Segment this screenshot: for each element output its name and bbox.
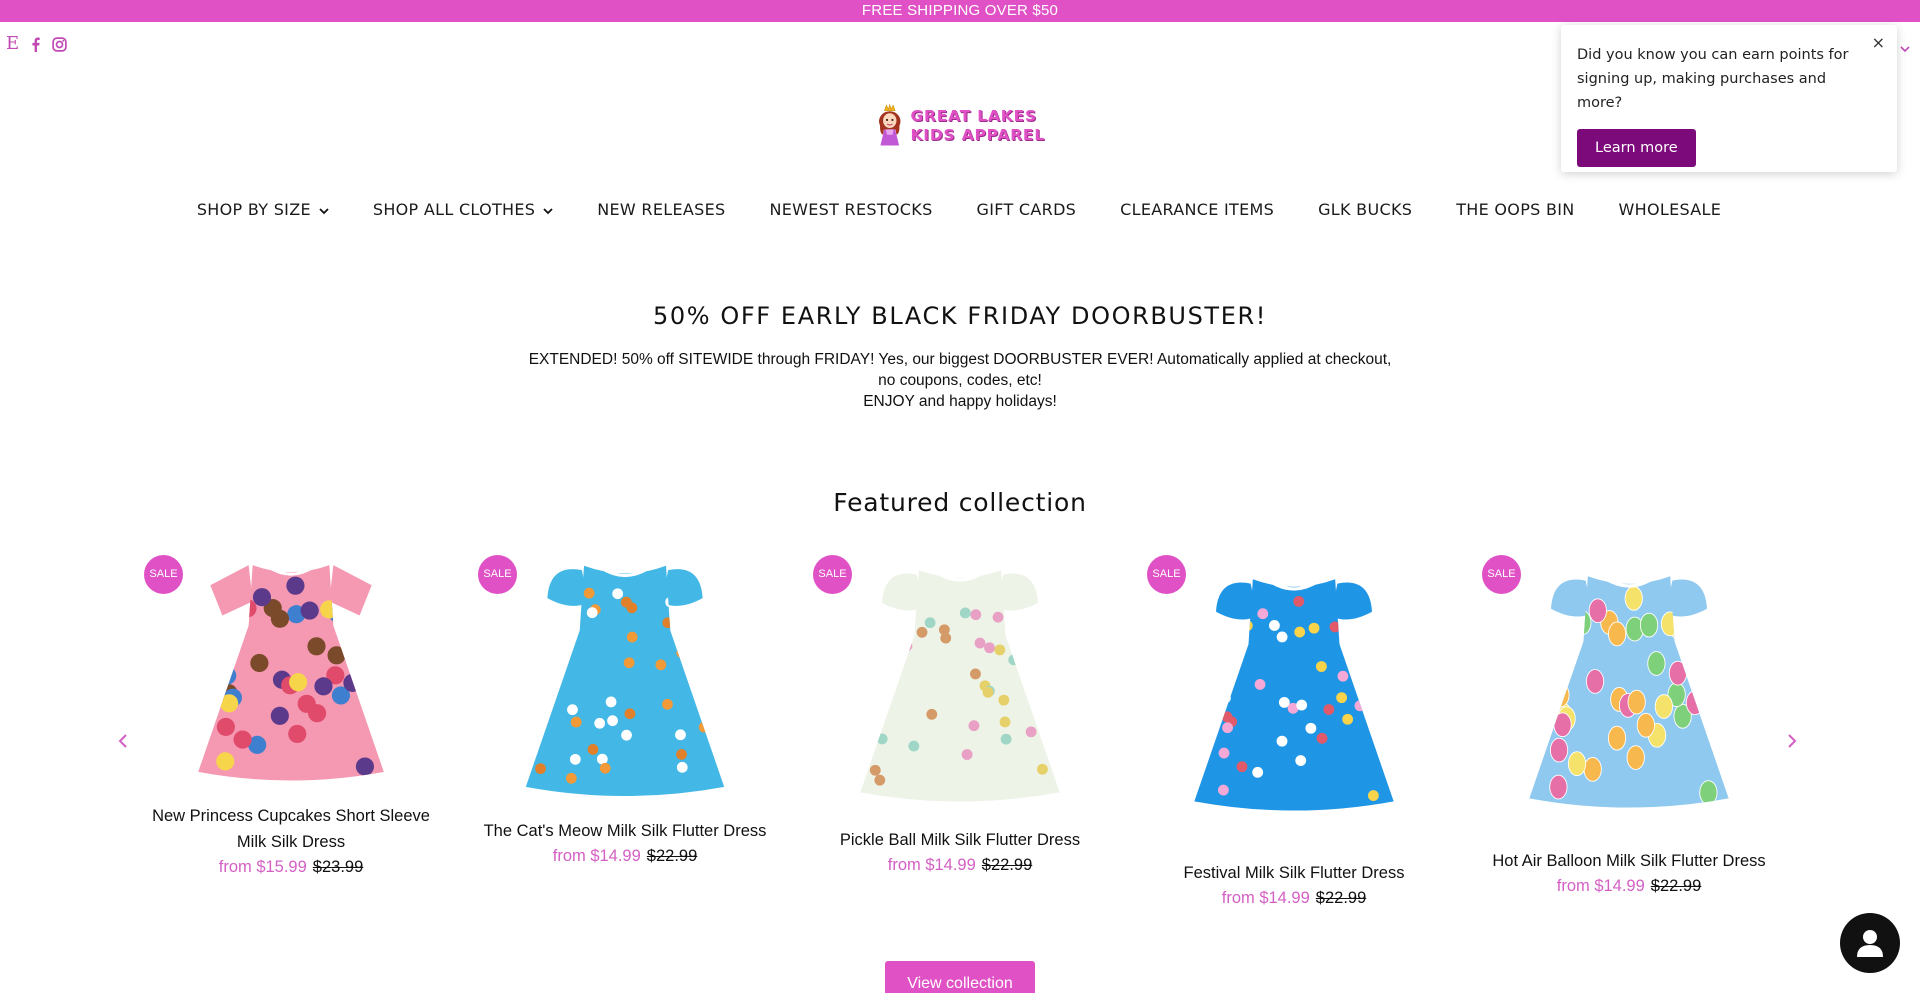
- rewards-popup-text: Did you know you can earn points for sig…: [1577, 47, 1849, 111]
- product-sale-price: from $14.99: [552, 847, 641, 865]
- product-price-row: from $14.99 $22.99: [470, 844, 780, 868]
- logo-line-1: GREAT LAKES: [910, 107, 1037, 125]
- facebook-icon[interactable]: [31, 37, 40, 52]
- promo-title: 50% OFF EARLY BLACK FRIDAY DOORBUSTER!: [653, 302, 1267, 330]
- nav-item-new-releases[interactable]: NEW RELEASES: [597, 196, 725, 222]
- view-collection-button[interactable]: View collection: [885, 961, 1035, 993]
- close-icon[interactable]: ×: [1872, 33, 1885, 52]
- main-nav: SHOP BY SIZE SHOP ALL CLOTHES NEW RELEASES…: [0, 196, 1920, 222]
- nav-item-shop-all-clothes[interactable]: SHOP ALL CLOTHES: [373, 196, 553, 222]
- nav-item-the-oops-bin[interactable]: THE OOPS BIN: [1456, 196, 1574, 222]
- sale-badge: SALE: [1482, 555, 1521, 594]
- product-image[interactable]: SALE: [470, 555, 780, 803]
- product-price-row: from $14.99 $22.99: [1139, 886, 1449, 910]
- product-price-row: from $15.99 $23.99: [136, 855, 446, 879]
- product-title[interactable]: The Cat's Meow Milk Silk Flutter Dress: [470, 818, 780, 844]
- featured-collection-title: Featured collection: [833, 488, 1087, 517]
- product-title[interactable]: Hot Air Balloon Milk Silk Flutter Dress: [1474, 848, 1784, 874]
- product-sale-price: from $15.99: [218, 858, 307, 876]
- product-title[interactable]: Festival Milk Silk Flutter Dress: [1139, 860, 1449, 886]
- product-compare-price: $22.99: [981, 856, 1033, 874]
- nav-item-clearance-items[interactable]: CLEARANCE ITEMS: [1120, 196, 1274, 222]
- nav-item-wholesale[interactable]: WHOLESALE: [1619, 196, 1722, 222]
- product-price-row: from $14.99 $22.99: [1474, 874, 1784, 898]
- product-compare-price: $22.99: [646, 847, 698, 865]
- nav-item-label: CLEARANCE ITEMS: [1120, 199, 1275, 219]
- account-chevron-down-icon[interactable]: [1900, 38, 1910, 57]
- product-image[interactable]: SALE: [1474, 555, 1784, 825]
- rewards-popup: × Did you know you can earn points for s…: [1561, 25, 1897, 172]
- user-icon: [1857, 930, 1883, 957]
- product-card[interactable]: SALE Pickle Ball Milk Silk Flutter Dress f…: [805, 555, 1115, 877]
- product-image[interactable]: SALE: [1139, 555, 1449, 831]
- product-image[interactable]: SALE: [136, 555, 446, 787]
- sale-badge: SALE: [1147, 555, 1186, 594]
- product-sale-price: from $14.99: [1556, 877, 1645, 895]
- product-card[interactable]: SALE Festival Milk Silk Flutter Dress from…: [1139, 555, 1449, 910]
- sale-badge: SALE: [478, 555, 517, 594]
- nav-item-label: THE OOPS BIN: [1456, 199, 1575, 219]
- logo-wordmark: GREAT LAKES KIDS APPAREL: [911, 107, 1046, 145]
- nav-item-label: WHOLESALE: [1618, 199, 1722, 219]
- learn-more-button[interactable]: Learn more: [1577, 129, 1696, 167]
- product-price-row: from $14.99 $22.99: [805, 853, 1115, 877]
- promo-body: EXTENDED! 50% off SITEWIDE through FRIDA…: [0, 349, 1920, 412]
- sale-badge: SALE: [813, 555, 852, 594]
- nav-item-label: NEW RELEASES: [597, 199, 726, 219]
- princess-logo-icon: [879, 103, 901, 146]
- product-card[interactable]: SALE Hot Air Balloon Milk Silk Flutter Dr…: [1474, 555, 1784, 898]
- nav-item-glk-bucks[interactable]: GLK BUCKS: [1318, 196, 1412, 222]
- product-image[interactable]: SALE: [805, 555, 1115, 813]
- product-compare-price: $22.99: [1315, 889, 1367, 907]
- carousel-prev-chevron-left-icon[interactable]: [118, 733, 128, 753]
- instagram-icon[interactable]: [52, 36, 67, 52]
- rewards-account-button[interactable]: [1840, 913, 1900, 973]
- logo-line-2: KIDS APPAREL: [910, 126, 1045, 144]
- nav-item-gift-cards[interactable]: GIFT CARDS: [977, 196, 1077, 222]
- nav-item-label: GIFT CARDS: [976, 199, 1077, 219]
- promo-line-3: ENJOY and happy holidays!: [863, 393, 1057, 410]
- promo-line-2: no coupons, codes, etc!: [878, 372, 1042, 389]
- nav-item-label: SHOP BY SIZE: [196, 199, 311, 219]
- carousel-next-chevron-right-icon[interactable]: [1787, 733, 1797, 753]
- announcement-bar: FREE SHIPPING OVER $50: [0, 0, 1920, 22]
- nav-item-label: SHOP ALL CLOTHES: [372, 199, 536, 219]
- nav-item-newest-restocks[interactable]: NEWEST RESTOCKS: [769, 196, 932, 222]
- product-compare-price: $22.99: [1650, 877, 1702, 895]
- social-links: E: [6, 35, 67, 53]
- chevron-down-icon: [319, 200, 329, 219]
- promo-line-1: EXTENDED! 50% off SITEWIDE through FRIDA…: [528, 351, 1392, 368]
- sale-badge: SALE: [144, 555, 183, 594]
- product-sale-price: from $14.99: [1221, 889, 1310, 907]
- etsy-icon[interactable]: E: [6, 35, 19, 53]
- site-logo[interactable]: GREAT LAKES KIDS APPAREL: [875, 92, 1045, 160]
- nav-item-shop-by-size[interactable]: SHOP BY SIZE: [197, 196, 329, 222]
- product-card[interactable]: SALE New Princess Cupcakes Short Sleeve M…: [136, 555, 446, 879]
- nav-item-label: GLK BUCKS: [1318, 199, 1413, 219]
- nav-item-label: NEWEST RESTOCKS: [769, 199, 933, 219]
- product-compare-price: $23.99: [312, 858, 364, 876]
- product-title[interactable]: New Princess Cupcakes Short Sleeve Milk …: [136, 803, 446, 855]
- chevron-down-icon: [543, 200, 553, 219]
- product-sale-price: from $14.99: [887, 856, 976, 874]
- product-card[interactable]: SALE The Cat's Meow Milk Silk Flutter Dre…: [470, 555, 780, 868]
- announcement-text: FREE SHIPPING OVER $50: [861, 2, 1059, 19]
- product-title[interactable]: Pickle Ball Milk Silk Flutter Dress: [805, 827, 1115, 853]
